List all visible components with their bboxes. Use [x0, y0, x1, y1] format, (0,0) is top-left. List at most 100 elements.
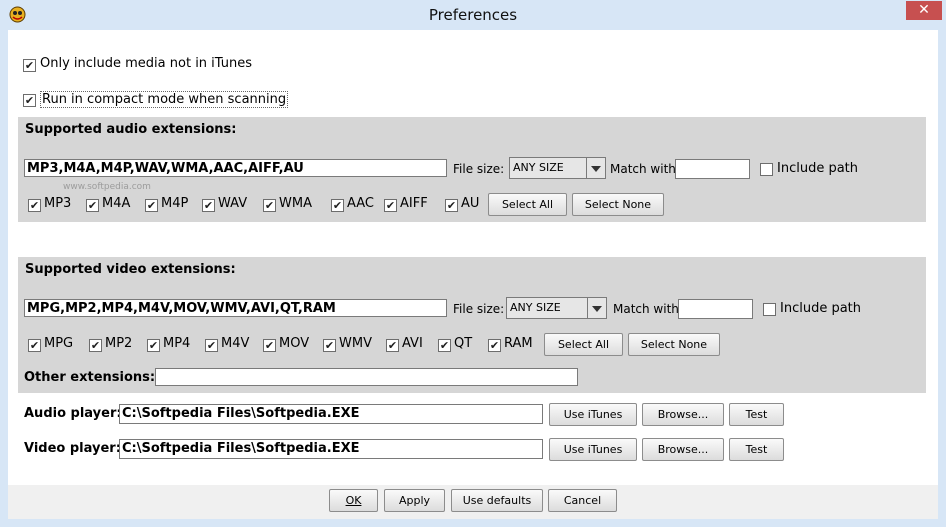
video-match-input[interactable]	[678, 299, 753, 319]
cancel-button-label: Cancel	[563, 494, 602, 507]
audio-type-label: WAV	[218, 196, 248, 211]
audio-type-label: AIFF	[400, 196, 428, 211]
other-extensions-label: Other extensions:	[24, 370, 156, 385]
audio-select-none-button[interactable]: Select None	[572, 193, 664, 216]
video-select-none-button[interactable]: Select None	[628, 333, 720, 356]
audio-include-path-label: Include path	[777, 161, 859, 176]
check-icon: ✔	[387, 339, 398, 352]
video-browse-button[interactable]: Browse...	[642, 438, 724, 461]
video-type-label: M4V	[221, 336, 250, 351]
audio-select-all-button[interactable]: Select All	[488, 193, 567, 216]
chevron-down-icon	[586, 158, 605, 178]
video-extensions-panel: Supported video extensions: MPG,MP2,MP4,…	[18, 257, 926, 393]
apply-button[interactable]: Apply	[384, 489, 445, 512]
video-heading: Supported video extensions:	[25, 262, 236, 277]
audio-extensions-input[interactable]: MP3,M4A,M4P,WAV,WMA,AAC,AIFF,AU	[24, 159, 447, 177]
check-icon: ✔	[264, 339, 275, 352]
video-type-label: AVI	[402, 336, 423, 351]
video-use-itunes-button[interactable]: Use iTunes	[549, 438, 637, 461]
audio-browse-button[interactable]: Browse...	[642, 403, 724, 426]
audio-type-label: WMA	[279, 196, 312, 211]
audio-player-input[interactable]: C:\Softpedia Files\Softpedia.EXE	[119, 404, 543, 424]
video-select-all-button[interactable]: Select All	[544, 333, 623, 356]
audio-type-label: M4P	[161, 196, 189, 211]
audio-match-input[interactable]	[675, 159, 750, 179]
video-extensions-input[interactable]: MPG,MP2,MP4,M4V,MOV,WMV,AVI,QT,RAM	[24, 299, 447, 317]
audio-include-path-checkbox[interactable]	[760, 163, 773, 176]
check-icon: ✔	[385, 199, 396, 212]
audio-type-label: AU	[461, 196, 480, 211]
use-defaults-button-label: Use defaults	[462, 494, 532, 507]
check-icon: ✔	[24, 59, 35, 72]
audio-file-size-select[interactable]: ANY SIZE	[509, 157, 606, 179]
video-type-label: RAM	[504, 336, 533, 351]
ok-button[interactable]: OK	[329, 489, 378, 512]
video-type-checkbox-mp4[interactable]: ✔	[147, 339, 160, 352]
video-type-checkbox-ram[interactable]: ✔	[488, 339, 501, 352]
ok-button-label: OK	[345, 494, 362, 507]
video-file-size-value: ANY SIZE	[510, 301, 561, 314]
video-type-checkbox-mov[interactable]: ✔	[263, 339, 276, 352]
check-icon: ✔	[264, 199, 275, 212]
check-icon: ✔	[206, 339, 217, 352]
video-type-label: MP2	[105, 336, 133, 351]
only-itunes-checkbox[interactable]: ✔	[23, 59, 36, 72]
video-player-input[interactable]: C:\Softpedia Files\Softpedia.EXE	[119, 439, 543, 459]
audio-type-checkbox-m4a[interactable]: ✔	[86, 199, 99, 212]
other-extensions-input[interactable]	[155, 368, 578, 386]
audio-file-size-label: File size:	[453, 162, 505, 176]
window-title: Preferences	[428, 6, 518, 24]
video-test-button[interactable]: Test	[729, 438, 784, 461]
audio-use-itunes-button[interactable]: Use iTunes	[549, 403, 637, 426]
preferences-window: Preferences ✕ ✔ Only include media not i…	[0, 0, 946, 527]
check-icon: ✔	[148, 339, 159, 352]
check-icon: ✔	[29, 339, 40, 352]
video-type-label: QT	[454, 336, 473, 351]
compact-mode-checkbox[interactable]: ✔	[23, 94, 36, 107]
audio-type-checkbox-m4p[interactable]: ✔	[145, 199, 158, 212]
audio-test-button[interactable]: Test	[729, 403, 784, 426]
dialog-button-bar: OK Apply Use defaults Cancel	[8, 485, 938, 519]
audio-type-label: M4A	[102, 196, 131, 211]
title-bar: Preferences ✕	[0, 0, 946, 30]
video-type-label: MPG	[44, 336, 74, 351]
video-file-size-select[interactable]: ANY SIZE	[506, 297, 607, 319]
video-match-label: Match with:	[613, 302, 683, 316]
audio-type-checkbox-aiff[interactable]: ✔	[384, 199, 397, 212]
check-icon: ✔	[489, 339, 500, 352]
video-type-checkbox-qt[interactable]: ✔	[438, 339, 451, 352]
video-file-size-label: File size:	[453, 302, 505, 316]
chevron-down-icon	[587, 298, 606, 318]
check-icon: ✔	[146, 199, 157, 212]
audio-type-checkbox-aac[interactable]: ✔	[331, 199, 344, 212]
audio-extensions-panel: Supported audio extensions: MP3,M4A,M4P,…	[18, 117, 926, 222]
video-player-label: Video player:	[24, 441, 121, 456]
video-type-checkbox-m4v[interactable]: ✔	[205, 339, 218, 352]
close-icon: ✕	[918, 2, 930, 18]
use-defaults-button[interactable]: Use defaults	[451, 489, 543, 512]
video-type-checkbox-mp2[interactable]: ✔	[89, 339, 102, 352]
check-icon: ✔	[90, 339, 101, 352]
video-type-checkbox-wmv[interactable]: ✔	[323, 339, 336, 352]
audio-player-label: Audio player:	[24, 406, 122, 421]
video-type-label: MOV	[279, 336, 310, 351]
audio-type-checkbox-wav[interactable]: ✔	[202, 199, 215, 212]
close-button[interactable]: ✕	[906, 1, 942, 20]
cancel-button[interactable]: Cancel	[548, 489, 617, 512]
audio-type-checkbox-mp3[interactable]: ✔	[28, 199, 41, 212]
check-icon: ✔	[203, 199, 214, 212]
video-type-label: MP4	[163, 336, 191, 351]
video-type-checkbox-avi[interactable]: ✔	[386, 339, 399, 352]
video-type-checkbox-mpg[interactable]: ✔	[28, 339, 41, 352]
check-icon: ✔	[332, 199, 343, 212]
audio-heading: Supported audio extensions:	[25, 122, 237, 137]
check-icon: ✔	[439, 339, 450, 352]
audio-type-checkbox-wma[interactable]: ✔	[263, 199, 276, 212]
video-include-path-checkbox[interactable]	[763, 303, 776, 316]
audio-type-checkbox-au[interactable]: ✔	[445, 199, 458, 212]
check-icon: ✔	[324, 339, 335, 352]
audio-type-label: MP3	[44, 196, 72, 211]
check-icon: ✔	[87, 199, 98, 212]
compact-mode-label: Run in compact mode when scanning	[40, 91, 289, 108]
check-icon: ✔	[446, 199, 457, 212]
